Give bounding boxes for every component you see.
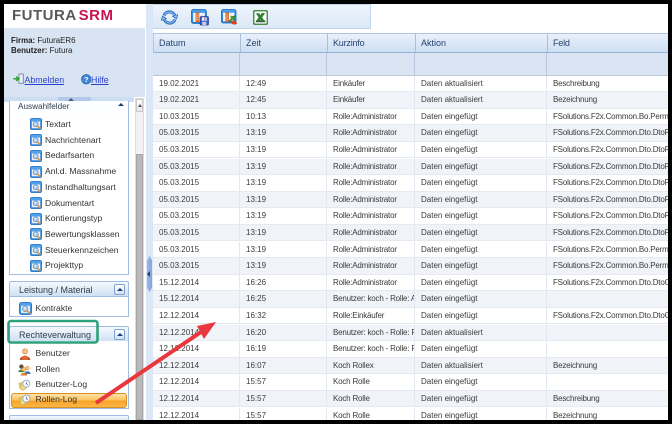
svg-text:?: ? (83, 75, 88, 84)
